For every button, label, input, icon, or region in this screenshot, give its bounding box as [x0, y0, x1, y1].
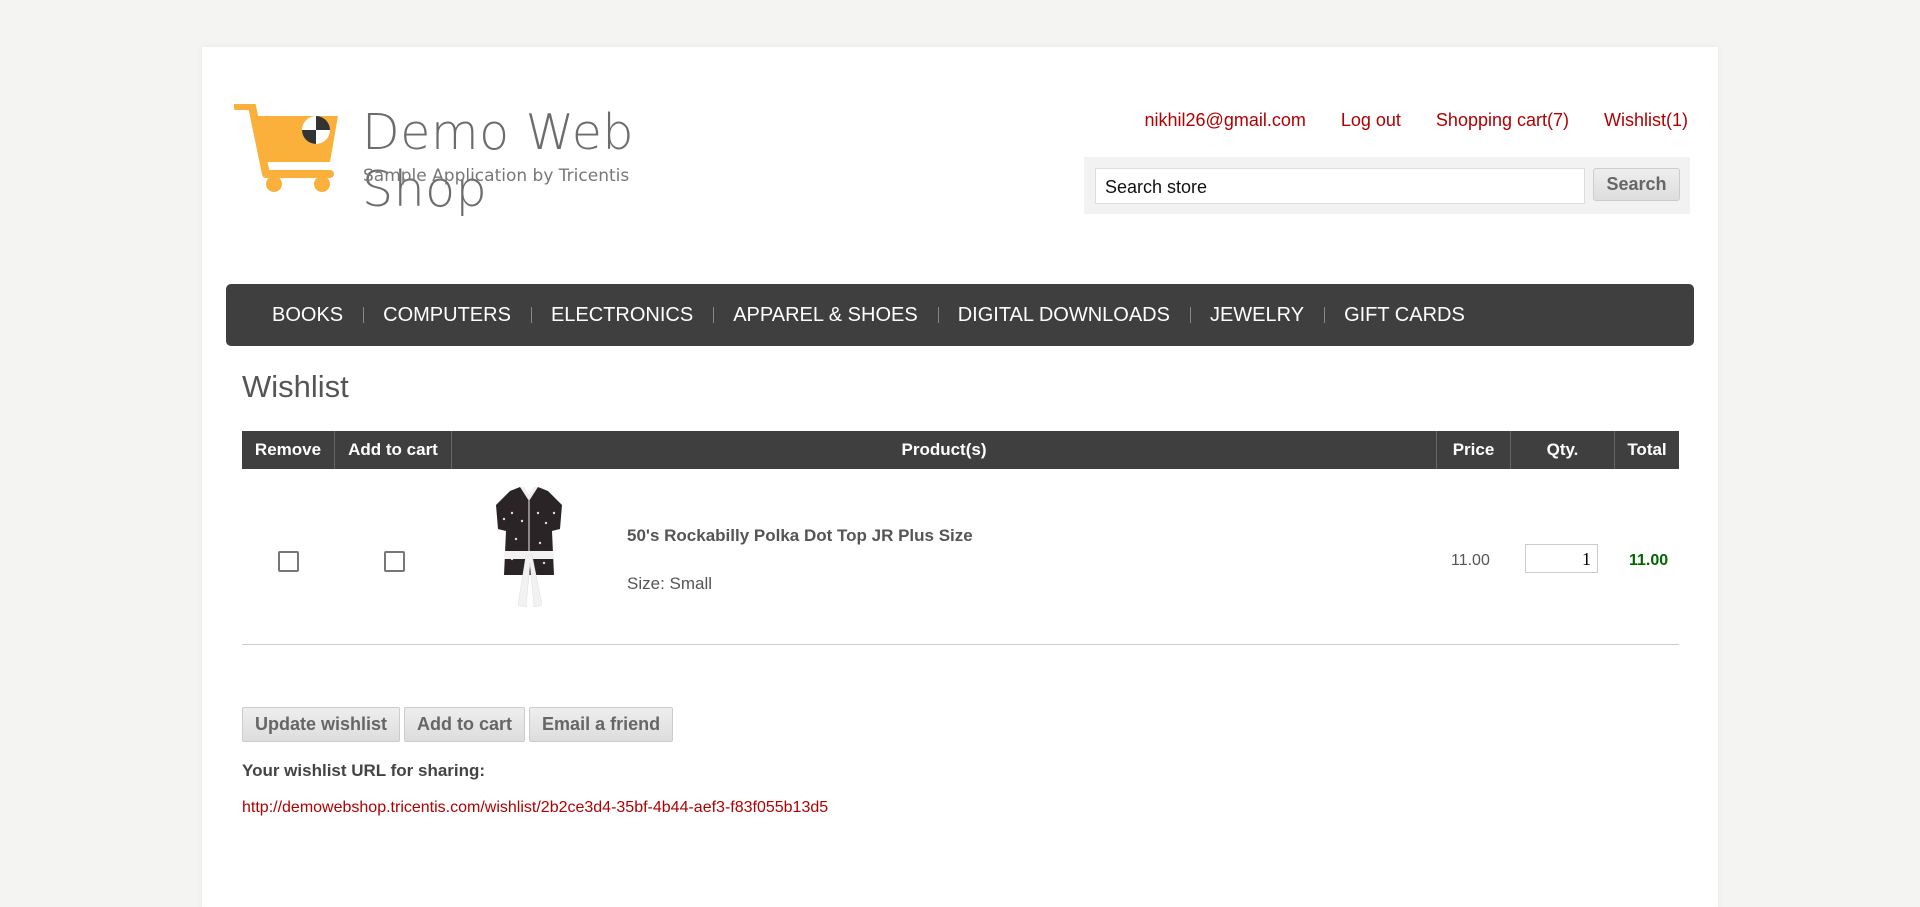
- product-name-link[interactable]: 50's Rockabilly Polka Dot Top JR Plus Si…: [627, 526, 973, 546]
- page-title: Wishlist: [242, 369, 349, 404]
- header-add-to-cart: Add to cart: [335, 431, 452, 469]
- product-attributes: Size: Small: [627, 574, 713, 593]
- table-header: Remove Add to cart Product(s) Price Qty.…: [242, 431, 1679, 469]
- update-wishlist-button[interactable]: Update wishlist: [242, 707, 401, 742]
- nav-item-jewelry[interactable]: JEWELRY: [1189, 284, 1324, 346]
- header-total: Total: [1627, 440, 1667, 459]
- share-url-link[interactable]: http://demowebshop.tricentis.com/wishlis…: [242, 799, 828, 817]
- search-box: Search store Search: [1084, 157, 1690, 214]
- table-row: 50's Rockabilly Polka Dot Top JR Plus Si…: [242, 469, 1679, 645]
- add-to-cart-checkbox[interactable]: [384, 551, 405, 572]
- header-product: Product(s): [452, 431, 1437, 469]
- email-a-friend-button[interactable]: Email a friend: [529, 707, 674, 742]
- unit-price: 11.00: [1451, 552, 1490, 569]
- logo-title: Demo Web Shop: [362, 104, 634, 218]
- master-wrapper: Demo Web Shop Sample Application by Tric…: [202, 47, 1718, 907]
- wishlist-buttons: Update wishlist Add to cart Email a frie…: [242, 707, 674, 742]
- nav-item-books[interactable]: BOOKS: [252, 284, 363, 346]
- account-email-link[interactable]: nikhil26@gmail.com: [1145, 110, 1306, 131]
- search-input[interactable]: Search store: [1095, 168, 1585, 204]
- cart-logo-icon: [234, 104, 338, 192]
- add-to-cart-button[interactable]: Add to cart: [404, 707, 526, 742]
- header-remove: Remove: [242, 431, 335, 469]
- search-button[interactable]: Search: [1593, 168, 1680, 201]
- nav-item-apparel-shoes[interactable]: APPAREL & SHOES: [713, 284, 938, 346]
- top-menu: BOOKS COMPUTERS ELECTRONICS APPAREL & SH…: [226, 284, 1694, 346]
- row-total: 11.00: [1629, 552, 1669, 569]
- nav-item-digital-downloads[interactable]: DIGITAL DOWNLOADS: [937, 284, 1190, 346]
- remove-checkbox[interactable]: [278, 551, 299, 572]
- nav-item-electronics[interactable]: ELECTRONICS: [530, 284, 713, 346]
- nav-item-gift-cards[interactable]: GIFT CARDS: [1324, 284, 1485, 346]
- share-url-label: Your wishlist URL for sharing:: [242, 761, 486, 780]
- header-qty: Qty.: [1511, 431, 1615, 469]
- header-price: Price: [1437, 431, 1511, 469]
- logo-subtitle: Sample Application by Tricentis: [363, 166, 630, 186]
- product-thumbnail[interactable]: [482, 483, 576, 615]
- logout-link[interactable]: Log out: [1341, 110, 1401, 131]
- nav-item-computers[interactable]: COMPUTERS: [363, 284, 531, 346]
- wishlist-table: Remove Add to cart Product(s) Price Qty.…: [242, 431, 1679, 645]
- header-logo[interactable]: Demo Web Shop Sample Application by Tric…: [234, 104, 724, 218]
- header-links: nikhil26@gmail.com Log out Shopping cart…: [1145, 110, 1688, 131]
- shopping-cart-link[interactable]: Shopping cart(7): [1436, 110, 1569, 131]
- quantity-input[interactable]: 1: [1525, 544, 1598, 573]
- wishlist-link[interactable]: Wishlist(1): [1604, 110, 1688, 131]
